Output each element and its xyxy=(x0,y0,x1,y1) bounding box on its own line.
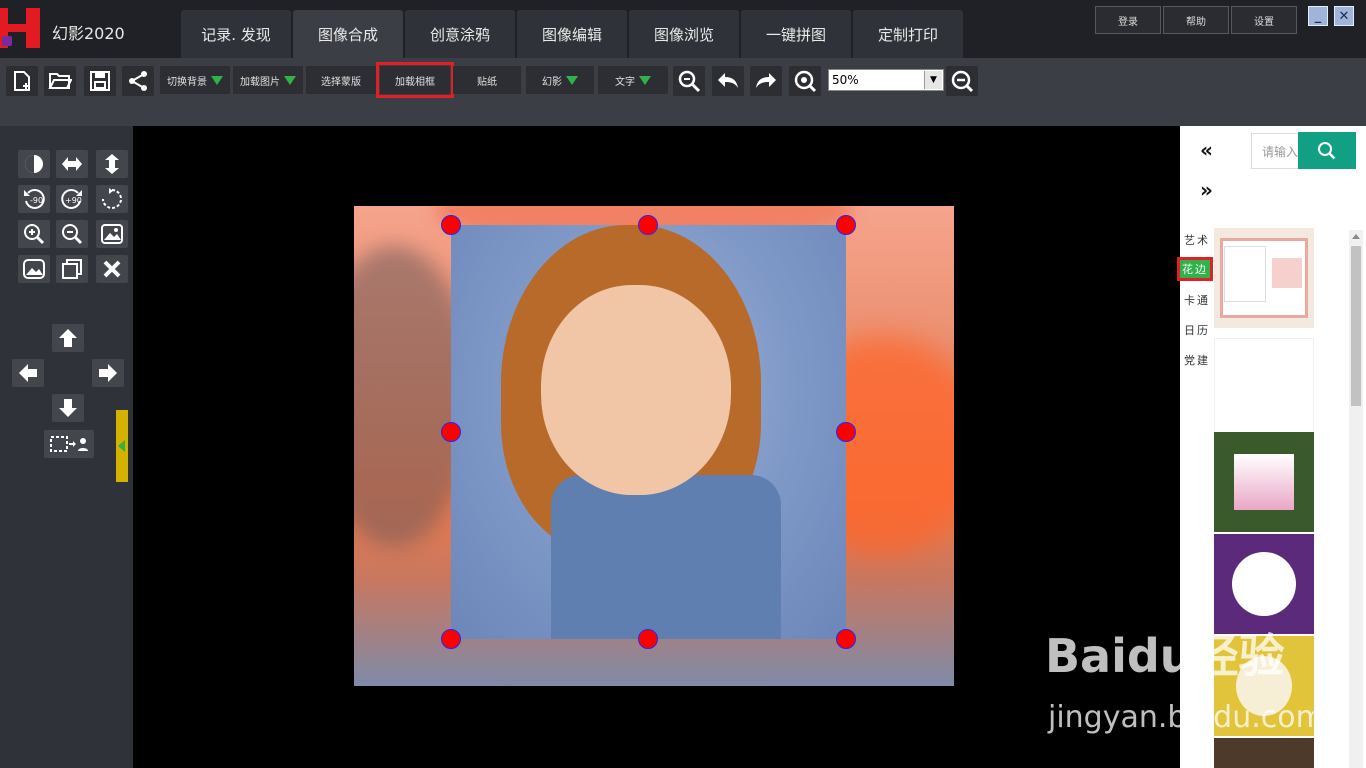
dropdown-arrow-icon xyxy=(566,75,578,85)
resize-handle-top[interactable] xyxy=(638,215,658,235)
app-window: 幻影2020 记录. 发现 图像合成 创意涂鸦 图像编辑 图像浏览 一键拼图 定… xyxy=(0,0,1366,768)
login-button[interactable]: 登录 xyxy=(1095,6,1161,34)
tab-image-composite[interactable]: 图像合成 xyxy=(293,10,403,58)
scrollbar-thumb[interactable] xyxy=(1351,246,1361,406)
close-button[interactable]: ✕ xyxy=(1334,6,1354,26)
zoom-in-icon[interactable] xyxy=(18,220,50,248)
switch-background-button[interactable]: 切换背景 xyxy=(160,66,230,94)
resize-handle-bottom[interactable] xyxy=(638,629,658,649)
tab-record-discover[interactable]: 记录. 发现 xyxy=(181,10,291,58)
category-lace[interactable]: 花边 xyxy=(1177,257,1213,281)
settings-button[interactable]: 设置 xyxy=(1231,6,1297,34)
move-up-icon[interactable] xyxy=(52,324,84,352)
flip-horizontal-icon[interactable] xyxy=(56,150,88,178)
scroll-up-icon[interactable] xyxy=(1352,234,1360,239)
new-file-icon[interactable] xyxy=(6,66,38,96)
help-button[interactable]: 帮助 xyxy=(1163,6,1229,34)
toolbar: 切换背景 加载图片 选择蒙版 加载相框 贴纸 幻影 文字 xyxy=(0,58,1366,126)
panel-collapse-handle[interactable] xyxy=(116,410,128,482)
sticker-button[interactable]: 贴纸 xyxy=(453,66,521,94)
contrast-icon[interactable] xyxy=(18,150,50,178)
image-canvas[interactable] xyxy=(133,126,1180,768)
thumbnail-daisy-frame[interactable] xyxy=(1214,432,1314,532)
open-folder-icon[interactable] xyxy=(44,66,76,96)
search-icon xyxy=(1318,141,1336,159)
category-art[interactable]: 艺术 xyxy=(1184,232,1210,248)
resize-handle-left[interactable] xyxy=(441,422,461,442)
load-image-button[interactable]: 加载图片 xyxy=(233,66,303,94)
delete-icon[interactable] xyxy=(96,255,128,283)
rotate-free-icon[interactable] xyxy=(96,185,128,213)
phantom-label: 幻影 xyxy=(542,76,562,88)
chevron-down-icon[interactable]: ▼ xyxy=(924,71,942,89)
image-fit-icon[interactable] xyxy=(96,220,128,248)
search-input[interactable]: 请输入 xyxy=(1251,133,1299,169)
rotate-left-90-icon[interactable]: -90 xyxy=(18,185,50,213)
app-title: 幻影2020 xyxy=(52,24,125,43)
search-button[interactable] xyxy=(1298,132,1356,169)
thumbnail-flower-frame[interactable] xyxy=(1214,738,1314,768)
share-icon[interactable] xyxy=(122,66,154,96)
zoom-select[interactable]: 50% ▼ xyxy=(828,69,944,91)
minimize-button[interactable]: _ xyxy=(1308,6,1328,26)
zoom-in-icon[interactable] xyxy=(789,66,821,96)
baidu-watermark: Baidu经验 xyxy=(1045,629,1285,683)
thumbnail-save-the-date[interactable] xyxy=(1214,228,1314,328)
svg-text:+90: +90 xyxy=(65,196,82,205)
search-zoom-icon[interactable] xyxy=(673,66,705,96)
baidu-watermark-url: jingyan.baidu.com xyxy=(1048,700,1325,735)
title-bar: 幻影2020 记录. 发现 图像合成 创意涂鸦 图像编辑 图像浏览 一键拼图 定… xyxy=(0,0,1366,58)
tab-one-click-collage[interactable]: 一键拼图 xyxy=(741,10,851,58)
category-calendar[interactable]: 日历 xyxy=(1184,322,1210,338)
scrollbar[interactable] xyxy=(1349,230,1363,768)
zoom-value: 50% xyxy=(832,73,859,87)
undo-icon[interactable] xyxy=(712,66,744,96)
select-template-button[interactable]: 选择蒙版 xyxy=(306,66,376,94)
foreground-photo[interactable] xyxy=(451,225,846,639)
load-frame-button[interactable]: 加载相框 xyxy=(376,62,454,98)
tab-custom-print[interactable]: 定制打印 xyxy=(853,10,963,58)
zoom-out-icon[interactable] xyxy=(56,220,88,248)
next-page-button[interactable]: » xyxy=(1200,178,1213,202)
text-label: 文字 xyxy=(615,76,635,88)
resize-handle-top-left[interactable] xyxy=(441,215,461,235)
flip-vertical-icon[interactable] xyxy=(96,150,128,178)
thumbnail-blank-frame[interactable] xyxy=(1214,338,1314,438)
move-right-icon[interactable] xyxy=(92,359,124,387)
portrait-cutout-icon[interactable] xyxy=(44,430,94,458)
category-cartoon[interactable]: 卡通 xyxy=(1184,292,1210,308)
dropdown-arrow-icon xyxy=(284,75,296,85)
left-tool-panel: -90 +90 xyxy=(0,126,133,768)
switch-background-label: 切换背景 xyxy=(167,76,207,88)
copy-layer-icon[interactable] xyxy=(56,255,88,283)
thumbnail-pansy-purple[interactable] xyxy=(1214,534,1314,634)
svg-text:-90: -90 xyxy=(30,196,43,205)
dropdown-arrow-icon xyxy=(639,75,651,85)
resize-handle-top-right[interactable] xyxy=(836,215,856,235)
text-button[interactable]: 文字 xyxy=(598,66,668,94)
zoom-out-icon[interactable] xyxy=(946,66,978,96)
category-party[interactable]: 党建 xyxy=(1184,352,1210,368)
load-image-label: 加载图片 xyxy=(240,76,280,88)
image-adjust-icon[interactable] xyxy=(18,255,50,283)
dropdown-arrow-icon xyxy=(211,75,223,85)
save-icon[interactable] xyxy=(84,66,116,96)
tab-image-browse[interactable]: 图像浏览 xyxy=(629,10,739,58)
phantom-button[interactable]: 幻影 xyxy=(526,66,594,94)
previous-page-button[interactable]: « xyxy=(1200,138,1213,162)
redo-icon[interactable] xyxy=(750,66,782,96)
resize-handle-bottom-right[interactable] xyxy=(836,629,856,649)
move-down-icon[interactable] xyxy=(52,394,84,422)
rotate-right-90-icon[interactable]: +90 xyxy=(56,185,88,213)
app-logo xyxy=(0,8,44,50)
tab-image-edit[interactable]: 图像编辑 xyxy=(517,10,627,58)
move-left-icon[interactable] xyxy=(12,359,44,387)
resize-handle-right[interactable] xyxy=(836,422,856,442)
resize-handle-bottom-left[interactable] xyxy=(441,629,461,649)
tab-creative-doodle[interactable]: 创意涂鸦 xyxy=(405,10,515,58)
